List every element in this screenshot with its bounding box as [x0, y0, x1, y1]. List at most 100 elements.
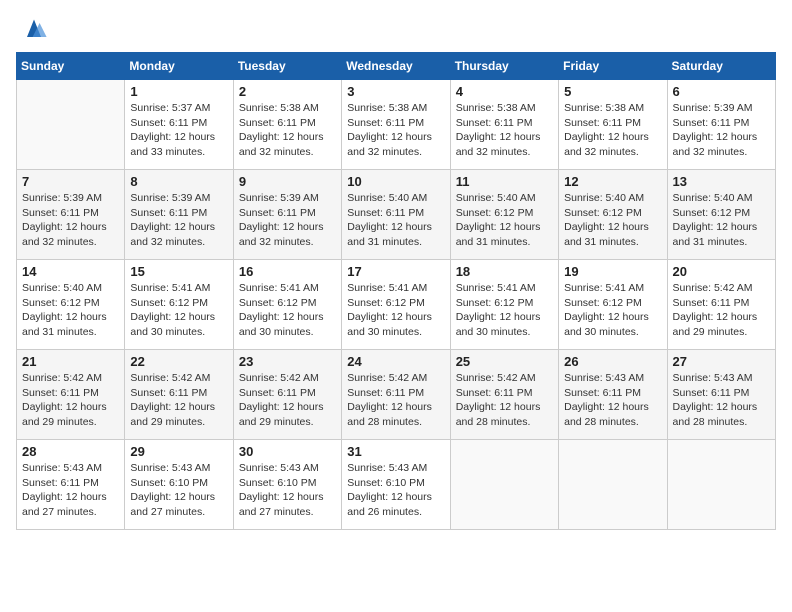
calendar-cell: [450, 440, 558, 530]
calendar-cell: 8 Sunrise: 5:39 AM Sunset: 6:11 PM Daylig…: [125, 170, 233, 260]
day-number: 14: [22, 264, 119, 279]
day-info: Sunrise: 5:40 AM Sunset: 6:12 PM Dayligh…: [673, 191, 770, 250]
day-number: 16: [239, 264, 336, 279]
header-row: SundayMondayTuesdayWednesdayThursdayFrid…: [17, 53, 776, 80]
week-row: 1 Sunrise: 5:37 AM Sunset: 6:11 PM Daylig…: [17, 80, 776, 170]
day-header-friday: Friday: [559, 53, 667, 80]
day-info: Sunrise: 5:43 AM Sunset: 6:11 PM Dayligh…: [22, 461, 119, 520]
day-info: Sunrise: 5:42 AM Sunset: 6:11 PM Dayligh…: [130, 371, 227, 430]
calendar-cell: [559, 440, 667, 530]
calendar-cell: 17Sunrise: 5:41 AM Sunset: 6:12 PM Dayli…: [342, 260, 450, 350]
day-info: Sunrise: 5:42 AM Sunset: 6:11 PM Dayligh…: [239, 371, 336, 430]
day-number: 19: [564, 264, 661, 279]
calendar-cell: 29 Sunrise: 5:43 AM Sunset: 6:10 PM Dayli…: [125, 440, 233, 530]
day-info: Sunrise: 5:41 AM Sunset: 6:12 PM Dayligh…: [130, 281, 227, 340]
day-header-thursday: Thursday: [450, 53, 558, 80]
day-info: Sunrise: 5:43 AM Sunset: 6:11 PM Dayligh…: [564, 371, 661, 430]
calendar-cell: 22 Sunrise: 5:42 AM Sunset: 6:11 PM Dayli…: [125, 350, 233, 440]
day-number: 5: [564, 84, 661, 99]
calendar-cell: 14 Sunrise: 5:40 AM Sunset: 6:12 PM Dayli…: [17, 260, 125, 350]
day-info: Sunrise: 5:43 AM Sunset: 6:10 PM Dayligh…: [239, 461, 336, 520]
calendar-table: SundayMondayTuesdayWednesdayThursdayFrid…: [16, 52, 776, 530]
day-info: Sunrise: 5:41 AM Sunset: 6:12 PM Dayligh…: [456, 281, 553, 340]
day-info: Sunrise: 5:39 AM Sunset: 6:11 PM Dayligh…: [22, 191, 119, 250]
day-header-monday: Monday: [125, 53, 233, 80]
day-number: 28: [22, 444, 119, 459]
calendar-cell: 12 Sunrise: 5:40 AM Sunset: 6:12 PM Dayli…: [559, 170, 667, 260]
calendar-cell: 20 Sunrise: 5:42 AM Sunset: 6:11 PM Dayli…: [667, 260, 775, 350]
day-number: 10: [347, 174, 444, 189]
calendar-cell: 25Sunrise: 5:42 AM Sunset: 6:11 PM Dayli…: [450, 350, 558, 440]
day-info: Sunrise: 5:41 AM Sunset: 6:12 PM Dayligh…: [239, 281, 336, 340]
day-info: Sunrise: 5:40 AM Sunset: 6:12 PM Dayligh…: [564, 191, 661, 250]
day-info: Sunrise: 5:37 AM Sunset: 6:11 PM Dayligh…: [130, 101, 227, 160]
calendar-cell: [17, 80, 125, 170]
calendar-cell: 26 Sunrise: 5:43 AM Sunset: 6:11 PM Dayli…: [559, 350, 667, 440]
day-info: Sunrise: 5:42 AM Sunset: 6:11 PM Dayligh…: [347, 371, 444, 430]
day-number: 26: [564, 354, 661, 369]
week-row: 7 Sunrise: 5:39 AM Sunset: 6:11 PM Daylig…: [17, 170, 776, 260]
day-number: 1: [130, 84, 227, 99]
day-info: Sunrise: 5:38 AM Sunset: 6:11 PM Dayligh…: [347, 101, 444, 160]
day-info: Sunrise: 5:38 AM Sunset: 6:11 PM Dayligh…: [456, 101, 553, 160]
day-number: 6: [673, 84, 770, 99]
day-number: 22: [130, 354, 227, 369]
calendar-cell: 31Sunrise: 5:43 AM Sunset: 6:10 PM Dayli…: [342, 440, 450, 530]
week-row: 28 Sunrise: 5:43 AM Sunset: 6:11 PM Dayli…: [17, 440, 776, 530]
calendar-cell: [667, 440, 775, 530]
calendar-cell: 5 Sunrise: 5:38 AM Sunset: 6:11 PM Daylig…: [559, 80, 667, 170]
week-row: 14 Sunrise: 5:40 AM Sunset: 6:12 PM Dayli…: [17, 260, 776, 350]
calendar-cell: 21 Sunrise: 5:42 AM Sunset: 6:11 PM Dayli…: [17, 350, 125, 440]
calendar-cell: 3 Sunrise: 5:38 AM Sunset: 6:11 PM Daylig…: [342, 80, 450, 170]
day-info: Sunrise: 5:40 AM Sunset: 6:12 PM Dayligh…: [456, 191, 553, 250]
day-header-saturday: Saturday: [667, 53, 775, 80]
calendar-cell: 23Sunrise: 5:42 AM Sunset: 6:11 PM Dayli…: [233, 350, 341, 440]
day-number: 25: [456, 354, 553, 369]
day-number: 21: [22, 354, 119, 369]
day-number: 15: [130, 264, 227, 279]
day-info: Sunrise: 5:39 AM Sunset: 6:11 PM Dayligh…: [239, 191, 336, 250]
day-number: 12: [564, 174, 661, 189]
calendar-cell: 16 Sunrise: 5:41 AM Sunset: 6:12 PM Dayli…: [233, 260, 341, 350]
day-number: 29: [130, 444, 227, 459]
day-number: 9: [239, 174, 336, 189]
calendar-cell: 9 Sunrise: 5:39 AM Sunset: 6:11 PM Daylig…: [233, 170, 341, 260]
calendar-cell: 1 Sunrise: 5:37 AM Sunset: 6:11 PM Daylig…: [125, 80, 233, 170]
day-info: Sunrise: 5:43 AM Sunset: 6:11 PM Dayligh…: [673, 371, 770, 430]
calendar-cell: 18 Sunrise: 5:41 AM Sunset: 6:12 PM Dayli…: [450, 260, 558, 350]
calendar-cell: 6 Sunrise: 5:39 AM Sunset: 6:11 PM Daylig…: [667, 80, 775, 170]
day-number: 17: [347, 264, 444, 279]
calendar-cell: 4 Sunrise: 5:38 AM Sunset: 6:11 PM Daylig…: [450, 80, 558, 170]
calendar-cell: 28 Sunrise: 5:43 AM Sunset: 6:11 PM Dayli…: [17, 440, 125, 530]
day-header-sunday: Sunday: [17, 53, 125, 80]
calendar-cell: 13 Sunrise: 5:40 AM Sunset: 6:12 PM Dayli…: [667, 170, 775, 260]
calendar-cell: 27 Sunrise: 5:43 AM Sunset: 6:11 PM Dayli…: [667, 350, 775, 440]
day-number: 4: [456, 84, 553, 99]
day-info: Sunrise: 5:39 AM Sunset: 6:11 PM Dayligh…: [673, 101, 770, 160]
calendar-cell: 10Sunrise: 5:40 AM Sunset: 6:11 PM Dayli…: [342, 170, 450, 260]
day-number: 20: [673, 264, 770, 279]
week-row: 21 Sunrise: 5:42 AM Sunset: 6:11 PM Dayli…: [17, 350, 776, 440]
day-number: 13: [673, 174, 770, 189]
logo: [16, 16, 48, 44]
day-number: 3: [347, 84, 444, 99]
day-info: Sunrise: 5:43 AM Sunset: 6:10 PM Dayligh…: [130, 461, 227, 520]
day-header-wednesday: Wednesday: [342, 53, 450, 80]
day-number: 8: [130, 174, 227, 189]
day-number: 30: [239, 444, 336, 459]
day-info: Sunrise: 5:39 AM Sunset: 6:11 PM Dayligh…: [130, 191, 227, 250]
day-info: Sunrise: 5:38 AM Sunset: 6:11 PM Dayligh…: [564, 101, 661, 160]
day-info: Sunrise: 5:42 AM Sunset: 6:11 PM Dayligh…: [22, 371, 119, 430]
day-info: Sunrise: 5:41 AM Sunset: 6:12 PM Dayligh…: [564, 281, 661, 340]
calendar-cell: 11Sunrise: 5:40 AM Sunset: 6:12 PM Dayli…: [450, 170, 558, 260]
day-number: 18: [456, 264, 553, 279]
day-number: 27: [673, 354, 770, 369]
day-info: Sunrise: 5:40 AM Sunset: 6:12 PM Dayligh…: [22, 281, 119, 340]
calendar-cell: 7 Sunrise: 5:39 AM Sunset: 6:11 PM Daylig…: [17, 170, 125, 260]
logo-icon: [20, 16, 48, 44]
day-number: 7: [22, 174, 119, 189]
calendar-cell: 19 Sunrise: 5:41 AM Sunset: 6:12 PM Dayli…: [559, 260, 667, 350]
day-info: Sunrise: 5:42 AM Sunset: 6:11 PM Dayligh…: [673, 281, 770, 340]
day-number: 24: [347, 354, 444, 369]
day-info: Sunrise: 5:43 AM Sunset: 6:10 PM Dayligh…: [347, 461, 444, 520]
